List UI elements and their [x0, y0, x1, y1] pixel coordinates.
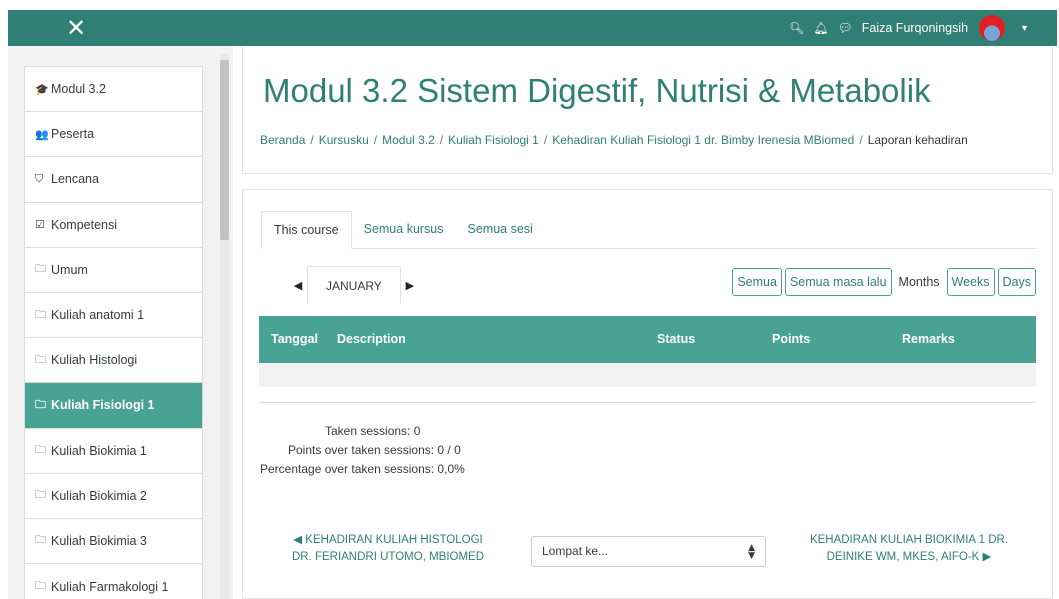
sidebar-item-umum[interactable]: 🗀 Umum — [25, 248, 202, 293]
report-tabs: This course Semua kursus Semua sesi — [261, 211, 1037, 249]
users-icon: 👥 — [35, 127, 49, 141]
sidebar-item-farmakologi[interactable]: 🗀 Kuliah Farmakologi 1 — [25, 564, 202, 599]
sidebar-item-kompetensi[interactable]: ☑ Kompetensi — [25, 203, 202, 248]
breadcrumb-link[interactable]: Kuliah Fisiologi 1 — [448, 133, 539, 147]
jump-to-select[interactable]: Lompat ke... ▲ ▼ — [531, 536, 766, 567]
tab-semua-kursus[interactable]: Semua kursus — [352, 211, 456, 249]
points-summary: Points over taken sessions: 0 / 0 — [288, 443, 461, 457]
sidebar-item-label: Kuliah anatomi 1 — [51, 308, 145, 323]
prev-month-icon[interactable]: ◀ — [289, 279, 307, 292]
col-points: Points — [772, 332, 811, 346]
sidebar-item-label: Modul 3.2 — [51, 82, 106, 97]
folder-icon: 🗀 — [35, 488, 46, 502]
filter-days-button[interactable]: Days — [997, 268, 1036, 296]
sidebar-item-label: Kuliah Fisiologi 1 — [51, 398, 155, 413]
select-arrows-icon: ▲ ▼ — [748, 543, 755, 561]
prev-activity-line: ◀ KEHADIRAN KULIAH HISTOLOGI — [293, 534, 483, 546]
checkbox-icon: ☑ — [35, 218, 45, 232]
col-remarks: Remarks — [902, 332, 955, 346]
filter-all-button[interactable]: Semua — [732, 268, 782, 296]
sidebar-item-biokimia-2[interactable]: 🗀 Kuliah Biokimia 2 — [25, 474, 202, 519]
prev-activity-link[interactable]: ◀ KEHADIRAN KULIAH HISTOLOGI DR. FERIAND… — [273, 532, 503, 566]
page-header: Modul 3.2 Sistem Digestif, Nutrisi & Met… — [242, 46, 1053, 174]
sidebar-item-label: Lencana — [51, 172, 99, 187]
next-activity-link[interactable]: KEHADIRAN KULIAH BIOKIMIA 1 DR. DEINIKE … — [777, 532, 1041, 566]
avatar[interactable] — [979, 15, 1006, 41]
sidebar-item-label: Kompetensi — [51, 217, 118, 232]
folder-icon: 🗀 — [35, 352, 46, 366]
sidebar-item-peserta[interactable]: 👥 Peserta — [25, 112, 202, 158]
prev-activity-line: DR. FERIANDRI UTOMO, MBIOMED — [291, 551, 485, 563]
sidebar-item-lencana[interactable]: ⛉ Lencana — [25, 157, 202, 203]
breadcrumb-link[interactable]: Kehadiran Kuliah Fisiologi 1 dr. Bimby I… — [552, 133, 854, 147]
sidebar-item-label: Peserta — [51, 127, 95, 142]
filter-weeks-button[interactable]: Weeks — [946, 268, 995, 296]
sidebar-item-label: Kuliah Biokimia 2 — [51, 488, 147, 503]
folder-icon: 🗀 — [35, 262, 46, 276]
sidebar-scrollbar[interactable] — [220, 54, 229, 599]
col-tanggal: Tanggal — [271, 332, 318, 346]
user-name[interactable]: Faiza Furqoningsih — [862, 21, 968, 35]
next-activity-line: KEHADIRAN KULIAH BIOKIMIA 1 DR. — [809, 534, 1009, 546]
divider — [259, 402, 1036, 403]
breadcrumb-current: Laporan kehadiran — [867, 133, 968, 147]
tab-semua-sesi[interactable]: Semua sesi — [456, 211, 545, 249]
folder-icon: 🗀 — [35, 443, 46, 457]
col-description: Description — [337, 332, 406, 346]
sidebar-item-label: Kuliah Histologi — [51, 353, 138, 368]
folder-icon: 🗀 — [35, 579, 46, 593]
user-area: 🔍︎ 🔔︎ 💬︎ Faiza Furqoningsih ▼ — [789, 10, 1029, 46]
sidebar-item-modul[interactable]: 🎓 Modul 3.2 — [25, 67, 202, 113]
breadcrumb-link[interactable]: Beranda — [260, 133, 305, 147]
breadcrumb-link[interactable]: Kursusku — [319, 133, 369, 147]
shield-icon: ⛉ — [35, 172, 44, 186]
course-nav: 🎓 Modul 3.2 👥 Peserta ⛉ Lencana ☑ Kompetensi… — [24, 66, 203, 599]
filter-months-current: Months — [898, 275, 940, 289]
sidebar-item-label: Umum — [51, 262, 88, 277]
sidebar-item-label: Kuliah Biokimia 3 — [51, 533, 147, 548]
jump-placeholder: Lompat ke... — [542, 544, 609, 558]
sidebar-item-biokimia-3[interactable]: 🗀 Kuliah Biokimia 3 — [25, 519, 202, 565]
breadcrumb-link[interactable]: Modul 3.2 — [382, 133, 435, 147]
tab-this-course[interactable]: This course — [261, 211, 352, 249]
breadcrumb: Beranda / Kursusku / Modul 3.2/Kuliah Fisiol… — [260, 133, 968, 147]
bell-icon[interactable]: 🔔︎ — [813, 21, 828, 35]
folder-icon: 🗀 — [35, 397, 46, 411]
session-summary: Taken sessions: 0 Points over taken sess… — [260, 422, 480, 479]
close-drawer-icon[interactable]: ✕ — [66, 15, 86, 41]
top-navbar: ✕ 🔍︎ 🔔︎ 💬︎ Faiza Furqoningsih ▼ — [8, 10, 1057, 46]
percentage-summary: Percentage over taken sessions: 0,0% — [260, 462, 465, 476]
month-label[interactable]: JANUARY — [307, 266, 401, 304]
chat-icon[interactable]: 💬︎ — [838, 21, 853, 35]
sidebar-item-label: Kuliah Farmakologi 1 — [51, 579, 169, 594]
page-title: Modul 3.2 Sistem Digestif, Nutrisi & Met… — [263, 72, 931, 109]
sidebar-item-anatomi[interactable]: 🗀 Kuliah anatomi 1 — [25, 293, 202, 339]
sidebar-item-label: Kuliah Biokimia 1 — [51, 443, 147, 458]
next-month-icon[interactable]: ▶ — [401, 279, 419, 292]
filter-all-past-button[interactable]: Semua masa lalu — [784, 268, 892, 296]
table-header: Tanggal Description Status Points Remark… — [259, 316, 1036, 363]
sidebar-item-histologi[interactable]: 🗀 Kuliah Histologi — [25, 338, 202, 384]
sidebar-item-biokimia-1[interactable]: 🗀 Kuliah Biokimia 1 — [25, 429, 202, 474]
taken-sessions: Taken sessions: 0 — [325, 424, 421, 438]
folder-icon: 🗀 — [35, 533, 46, 547]
sidebar-item-fisiologi[interactable]: 🗀 Kuliah Fisiologi 1 — [25, 383, 202, 429]
attendance-report: This course Semua kursus Semua sesi ◀ JA… — [242, 189, 1053, 599]
graduation-cap-icon: 🎓 — [35, 82, 49, 96]
table-empty-row — [259, 363, 1036, 387]
scroll-thumb[interactable] — [220, 60, 229, 240]
view-filter: Semua Semua masa lalu Months Weeks Days — [732, 268, 1036, 296]
col-status: Status — [657, 332, 696, 346]
next-activity-line: DEINIKE WM, MKES, AIFO-K ▶ — [826, 551, 992, 563]
month-navigator: ◀ JANUARY ▶ — [289, 266, 419, 304]
caret-down-icon[interactable]: ▼ — [1020, 23, 1029, 33]
search-icon[interactable]: 🔍︎ — [789, 21, 804, 35]
folder-icon: 🗀 — [35, 307, 46, 321]
sidebar-region: 🎓 Modul 3.2 👥 Peserta ⛉ Lencana ☑ Kompetensi… — [8, 46, 233, 599]
